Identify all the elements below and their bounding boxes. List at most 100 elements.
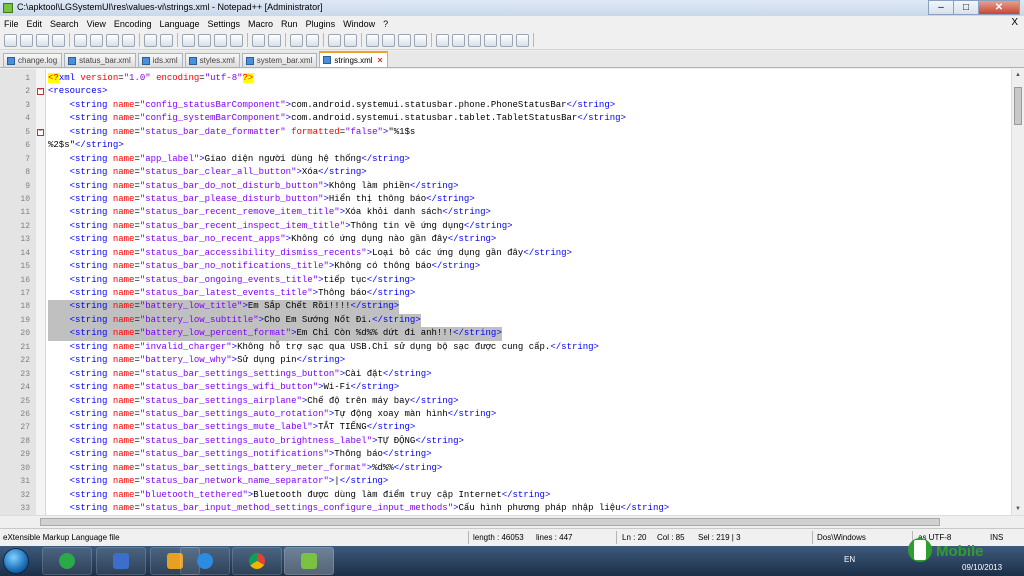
tab-ids-xml[interactable]: ids.xml <box>137 53 183 67</box>
code-line[interactable]: 28 <string name="status_bar_settings_aut… <box>20 435 1011 448</box>
minimize-button[interactable]: – <box>928 0 954 15</box>
all-chars-icon[interactable] <box>344 33 357 47</box>
vertical-scrollbar[interactable]: ▲ ▼ <box>1011 69 1024 515</box>
code-line[interactable]: 8 <string name="status_bar_clear_all_but… <box>25 166 1011 179</box>
code-line[interactable]: 18 <string name="battery_low_title">Em S… <box>20 300 1011 314</box>
menu-run[interactable]: Run <box>277 19 302 29</box>
folder-view-icon[interactable] <box>382 33 395 47</box>
menu-encoding[interactable]: Encoding <box>110 19 156 29</box>
run-multiple-icon[interactable] <box>468 33 481 47</box>
print-icon[interactable] <box>106 33 119 47</box>
scroll-thumb[interactable] <box>1014 87 1022 125</box>
code-line[interactable]: 12 <string name="status_bar_recent_inspe… <box>20 220 1011 233</box>
menu-file[interactable]: File <box>0 19 23 29</box>
close-all-icon[interactable] <box>90 33 103 47</box>
taskbar-app[interactable] <box>180 547 230 575</box>
indent-guide-icon[interactable] <box>366 33 379 47</box>
tab-strings-xml[interactable]: strings.xml ✕ <box>319 51 389 67</box>
code-line[interactable]: 16 <string name="status_bar_ongoing_even… <box>20 274 1011 287</box>
stop-record-icon[interactable] <box>436 33 449 47</box>
word-wrap-icon[interactable] <box>328 33 341 47</box>
code-line[interactable]: 27 <string name="status_bar_settings_mut… <box>20 421 1011 434</box>
code-area[interactable]: 1 <?xml version="1.0" encoding="utf-8"?> 2… <box>20 72 1011 515</box>
find-icon[interactable] <box>214 33 227 47</box>
code-line[interactable]: 4 <string name="config_systemBarComponen… <box>25 112 1011 125</box>
code-line[interactable]: 22 <string name="battery_low_why">Sử dụn… <box>20 354 1011 367</box>
menu-language[interactable]: Language <box>155 19 203 29</box>
code-line[interactable]: 13 <string name="status_bar_no_recent_ap… <box>20 233 1011 246</box>
taskbar-app[interactable] <box>42 547 92 575</box>
scroll-down-icon[interactable]: ▼ <box>1013 504 1023 514</box>
code-line[interactable]: 1 <?xml version="1.0" encoding="utf-8"?> <box>25 72 1011 85</box>
spell-check-icon[interactable] <box>500 33 513 47</box>
horizontal-scrollbar[interactable] <box>0 515 1024 527</box>
menu-edit[interactable]: Edit <box>23 19 47 29</box>
code-line[interactable]: 32 <string name="bluetooth_tethered">Blu… <box>20 489 1011 502</box>
code-line[interactable]: 7 <string name="app_label">Giao diện ngư… <box>25 153 1011 166</box>
editor[interactable]: 1 <?xml version="1.0" encoding="utf-8"?> 2… <box>0 69 1024 515</box>
sync-h-icon[interactable] <box>306 33 319 47</box>
save-icon[interactable] <box>36 33 49 47</box>
tab-change-log[interactable]: change.log <box>3 53 63 67</box>
menu-window[interactable]: Window <box>339 19 379 29</box>
close-button[interactable]: ✕ <box>978 0 1020 15</box>
start-button[interactable] <box>3 548 29 574</box>
code-line[interactable]: 29 <string name="status_bar_settings_not… <box>20 448 1011 461</box>
save-all-icon[interactable] <box>52 33 65 47</box>
record-macro-icon[interactable] <box>414 33 427 47</box>
menu-search[interactable]: Search <box>46 19 83 29</box>
code-line[interactable]: 24 <string name="status_bar_settings_wif… <box>20 381 1011 394</box>
code-line[interactable]: 30 <string name="status_bar_settings_bat… <box>20 462 1011 475</box>
close-tab-icon[interactable]: ✕ <box>377 56 384 65</box>
tab-styles-xml[interactable]: styles.xml <box>184 53 240 67</box>
code-line[interactable]: 9 <string name="status_bar_do_not_distur… <box>25 180 1011 193</box>
code-line[interactable]: 23 <string name="status_bar_settings_set… <box>20 368 1011 381</box>
menu-settings[interactable]: Settings <box>204 19 245 29</box>
code-line[interactable]: 33 <string name="status_bar_input_method… <box>20 502 1011 515</box>
cut-icon[interactable] <box>122 33 135 47</box>
code-line[interactable]: 14 <string name="status_bar_accessibilit… <box>20 247 1011 260</box>
code-line[interactable]: 6 %2$s"</string> <box>25 139 1011 152</box>
play-macro-icon[interactable] <box>452 33 465 47</box>
code-line[interactable]: 19 <string name="battery_low_subtitle">C… <box>20 313 1011 328</box>
close-icon[interactable] <box>74 33 87 47</box>
fold-margin[interactable] <box>36 69 46 515</box>
maximize-button[interactable]: □ <box>953 0 979 15</box>
language-indicator[interactable]: EN <box>844 555 855 564</box>
zoom-in-icon[interactable] <box>252 33 265 47</box>
compare-icon[interactable] <box>516 33 529 47</box>
code-line[interactable]: 31 <string name="status_bar_network_name… <box>20 475 1011 488</box>
code-line[interactable]: 20 <string name="battery_low_percent_for… <box>20 327 1011 341</box>
code-line[interactable]: 5− <string name="status_bar_date_formatt… <box>25 126 1011 139</box>
code-line[interactable]: 3 <string name="config_statusBarComponen… <box>25 99 1011 112</box>
new-file-icon[interactable] <box>4 33 17 47</box>
copy-icon[interactable] <box>144 33 157 47</box>
paste-icon[interactable] <box>160 33 173 47</box>
save-macro-icon[interactable] <box>484 33 497 47</box>
close-document-icon[interactable]: X <box>1011 17 1018 28</box>
scroll-up-icon[interactable]: ▲ <box>1013 70 1023 80</box>
code-line[interactable]: 21 <string name="invalid_charger">Không … <box>20 341 1011 354</box>
code-line[interactable]: 2− <resources> <box>25 85 1011 98</box>
replace-icon[interactable] <box>230 33 243 47</box>
tab-status_bar-xml[interactable]: status_bar.xml <box>64 53 136 67</box>
menu-macro[interactable]: Macro <box>244 19 277 29</box>
sync-v-icon[interactable] <box>290 33 303 47</box>
code-line[interactable]: 25 <string name="status_bar_settings_air… <box>20 395 1011 408</box>
code-line[interactable]: 26 <string name="status_bar_settings_aut… <box>20 408 1011 421</box>
zoom-out-icon[interactable] <box>268 33 281 47</box>
taskbar-app[interactable] <box>96 547 146 575</box>
fold-toggle-icon[interactable]: − <box>37 128 44 136</box>
menu-view[interactable]: View <box>83 19 110 29</box>
taskbar-app-active[interactable] <box>284 547 334 575</box>
taskbar-app[interactable] <box>232 547 282 575</box>
doc-map-icon[interactable] <box>398 33 411 47</box>
open-file-icon[interactable] <box>20 33 33 47</box>
tab-system_bar-xml[interactable]: system_bar.xml <box>241 53 318 67</box>
menu-plugins[interactable]: Plugins <box>302 19 340 29</box>
code-line[interactable]: 17 <string name="status_bar_latest_event… <box>20 287 1011 300</box>
redo-icon[interactable] <box>198 33 211 47</box>
horizontal-scroll-thumb[interactable] <box>40 518 940 526</box>
code-line[interactable]: 10 <string name="status_bar_please_distu… <box>20 193 1011 206</box>
fold-toggle-icon[interactable]: − <box>37 88 44 96</box>
